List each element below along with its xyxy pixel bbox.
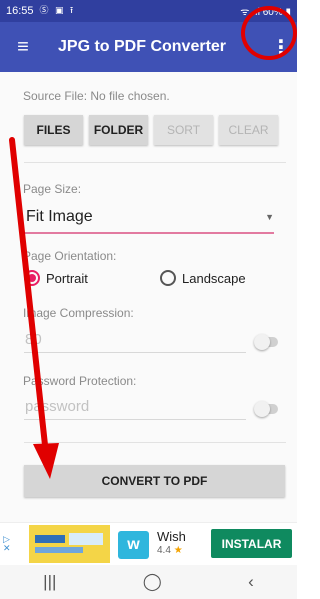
radio-unchecked-icon bbox=[160, 270, 176, 286]
landscape-radio[interactable]: Landscape bbox=[160, 270, 246, 286]
ad-choices-icon[interactable]: ▷ ✕ bbox=[3, 535, 11, 553]
system-nav-bar: ||| ◯ ‹ bbox=[0, 565, 297, 599]
app-title: JPG to PDF Converter bbox=[58, 38, 227, 55]
files-button[interactable]: FILES bbox=[24, 115, 83, 145]
source-file-text: Source File: No file chosen. bbox=[23, 89, 170, 103]
divider bbox=[24, 442, 286, 443]
page-size-label: Page Size: bbox=[23, 182, 82, 196]
sort-button[interactable]: SORT bbox=[154, 115, 213, 145]
hamburger-icon[interactable]: ≡ bbox=[0, 22, 46, 72]
password-toggle[interactable] bbox=[254, 401, 278, 417]
star-icon: ★ bbox=[173, 545, 183, 556]
compression-toggle[interactable] bbox=[254, 334, 278, 350]
ad-rating-value: 4.4 bbox=[157, 545, 171, 556]
folder-button[interactable]: FOLDER bbox=[89, 115, 148, 145]
portrait-label: Portrait bbox=[46, 270, 88, 286]
portrait-radio[interactable]: Portrait bbox=[24, 270, 88, 286]
compression-label: Image Compression: bbox=[23, 306, 134, 320]
wish-logo-icon[interactable]: w bbox=[118, 531, 149, 559]
orientation-label: Page Orientation: bbox=[23, 249, 117, 263]
dropdown-arrow-icon: ▼ bbox=[265, 212, 274, 222]
divider bbox=[24, 162, 286, 163]
radio-checked-icon bbox=[24, 270, 40, 286]
status-time: 16:55 bbox=[6, 5, 34, 17]
compression-field[interactable]: 80 bbox=[24, 331, 246, 353]
convert-to-pdf-button[interactable]: CONVERT TO PDF bbox=[24, 465, 285, 497]
main-content: Source File: No file chosen. FILES FOLDE… bbox=[0, 72, 297, 522]
landscape-label: Landscape bbox=[182, 270, 246, 286]
recents-icon[interactable]: ||| bbox=[43, 572, 56, 592]
page-size-select[interactable]: Fit Image ▼ bbox=[24, 206, 274, 234]
ad-rating: 4.4 ★ bbox=[157, 545, 183, 556]
ad-banner[interactable]: ▷ ✕ w Wish 4.4 ★ INSTALAR bbox=[0, 522, 297, 565]
clear-button[interactable]: CLEAR bbox=[219, 115, 278, 145]
page-size-value: Fit Image bbox=[26, 208, 93, 225]
password-label: Password Protection: bbox=[23, 374, 137, 388]
annotation-circle bbox=[241, 6, 297, 60]
install-button[interactable]: INSTALAR bbox=[211, 529, 292, 558]
file-button-row: FILES FOLDER SORT CLEAR bbox=[24, 115, 278, 145]
password-field[interactable]: password bbox=[24, 398, 246, 420]
ad-thumbnail[interactable] bbox=[29, 525, 110, 563]
status-icons: Ⓢ ▣ ⭱ bbox=[39, 5, 76, 15]
ad-app-name: Wish bbox=[157, 529, 186, 544]
home-icon[interactable]: ◯ bbox=[143, 572, 162, 592]
back-icon[interactable]: ‹ bbox=[248, 572, 254, 592]
